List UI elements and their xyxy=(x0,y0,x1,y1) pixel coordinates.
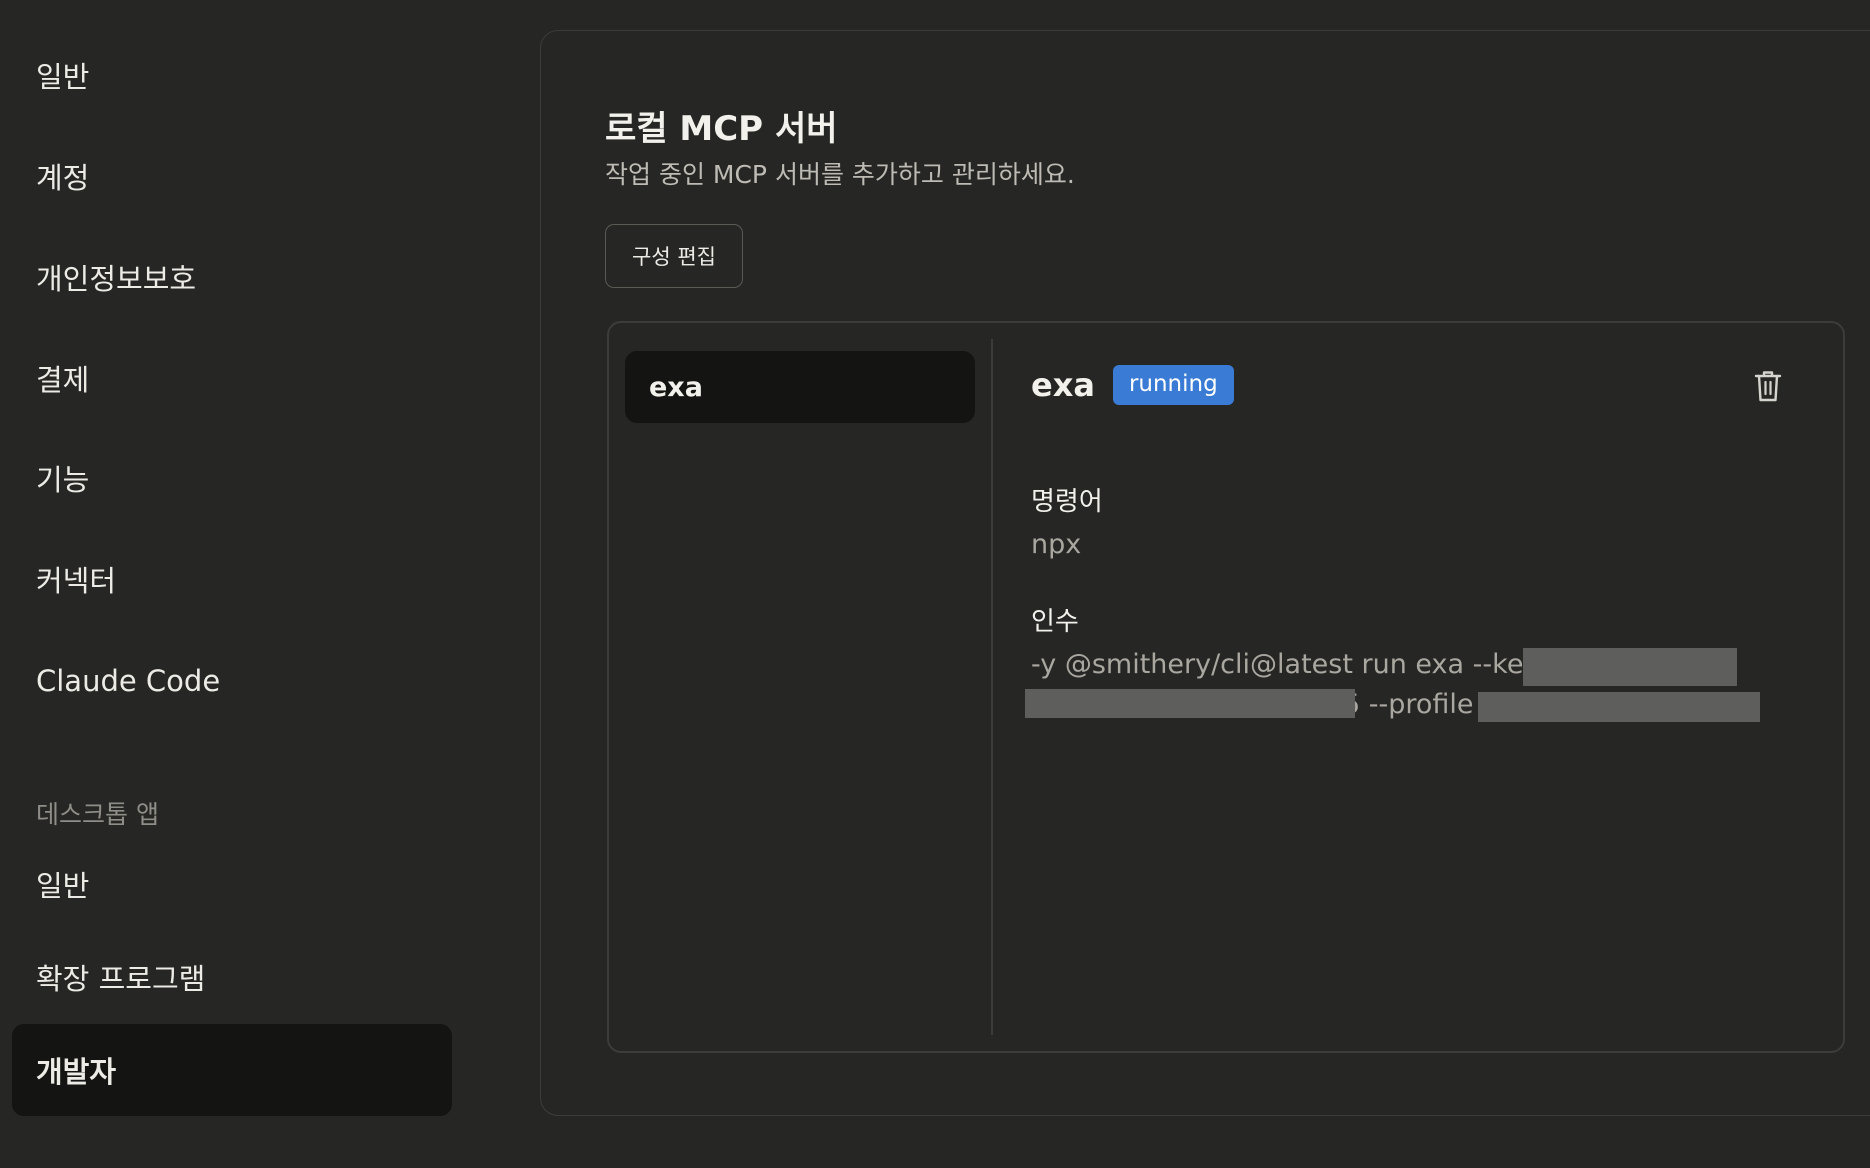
args-label: 인수 xyxy=(1031,607,1079,637)
sidebar-item-developer[interactable]: 개발자 xyxy=(12,1024,452,1116)
divider xyxy=(991,339,993,1035)
redacted-key xyxy=(1523,648,1737,686)
page-title: 로컬 MCP 서버 xyxy=(605,109,838,149)
sidebar-item-privacy[interactable]: 개인정보보호 xyxy=(12,231,452,323)
settings-sidebar: 일반 계정 개인정보보호 결제 기능 커넥터 Claude Code 데스크톱 … xyxy=(0,0,470,1168)
redacted-profile xyxy=(1478,692,1760,722)
page-subtitle: 작업 중인 MCP 서버를 추가하고 관리하세요. xyxy=(605,160,1075,189)
command-label: 명령어 xyxy=(1031,487,1103,517)
sidebar-item-account[interactable]: 계정 xyxy=(12,130,452,222)
server-detail: exa running 명령어 npx 인수 -y @smithery/cli@… xyxy=(1025,323,1821,1043)
args-value-line1: -y @smithery/cli@latest run exa --key xyxy=(1031,649,1540,680)
sidebar-item-general[interactable]: 일반 xyxy=(12,29,452,121)
server-name: exa xyxy=(1031,366,1095,404)
command-value: npx xyxy=(1031,529,1082,560)
mcp-servers-box: exa exa running 명령어 npx 인수 -y @smithery/… xyxy=(607,321,1845,1053)
server-detail-header: exa running xyxy=(1031,365,1234,405)
developer-settings-panel: 로컬 MCP 서버 작업 중인 MCP 서버를 추가하고 관리하세요. 구성 편… xyxy=(540,30,1870,1116)
args-value-line2: 5 --profile xyxy=(1343,689,1474,720)
redacted-key-continuation xyxy=(1025,689,1355,718)
sidebar-item-billing[interactable]: 결제 xyxy=(12,332,452,424)
sidebar-item-features[interactable]: 기능 xyxy=(12,432,452,524)
server-list-item[interactable]: exa xyxy=(625,351,975,423)
sidebar-item-connectors[interactable]: 커넥터 xyxy=(12,533,452,625)
trash-icon[interactable] xyxy=(1753,369,1783,403)
sidebar-item-claude-code[interactable]: Claude Code xyxy=(12,635,452,727)
sidebar-item-desktop-general[interactable]: 일반 xyxy=(12,838,452,930)
sidebar-item-extensions[interactable]: 확장 프로그램 xyxy=(12,931,452,1023)
status-badge: running xyxy=(1112,365,1234,405)
server-list: exa xyxy=(623,337,977,1037)
edit-config-button[interactable]: 구성 편집 xyxy=(605,224,743,288)
desktop-app-section-title: 데스크톱 앱 xyxy=(36,800,159,829)
